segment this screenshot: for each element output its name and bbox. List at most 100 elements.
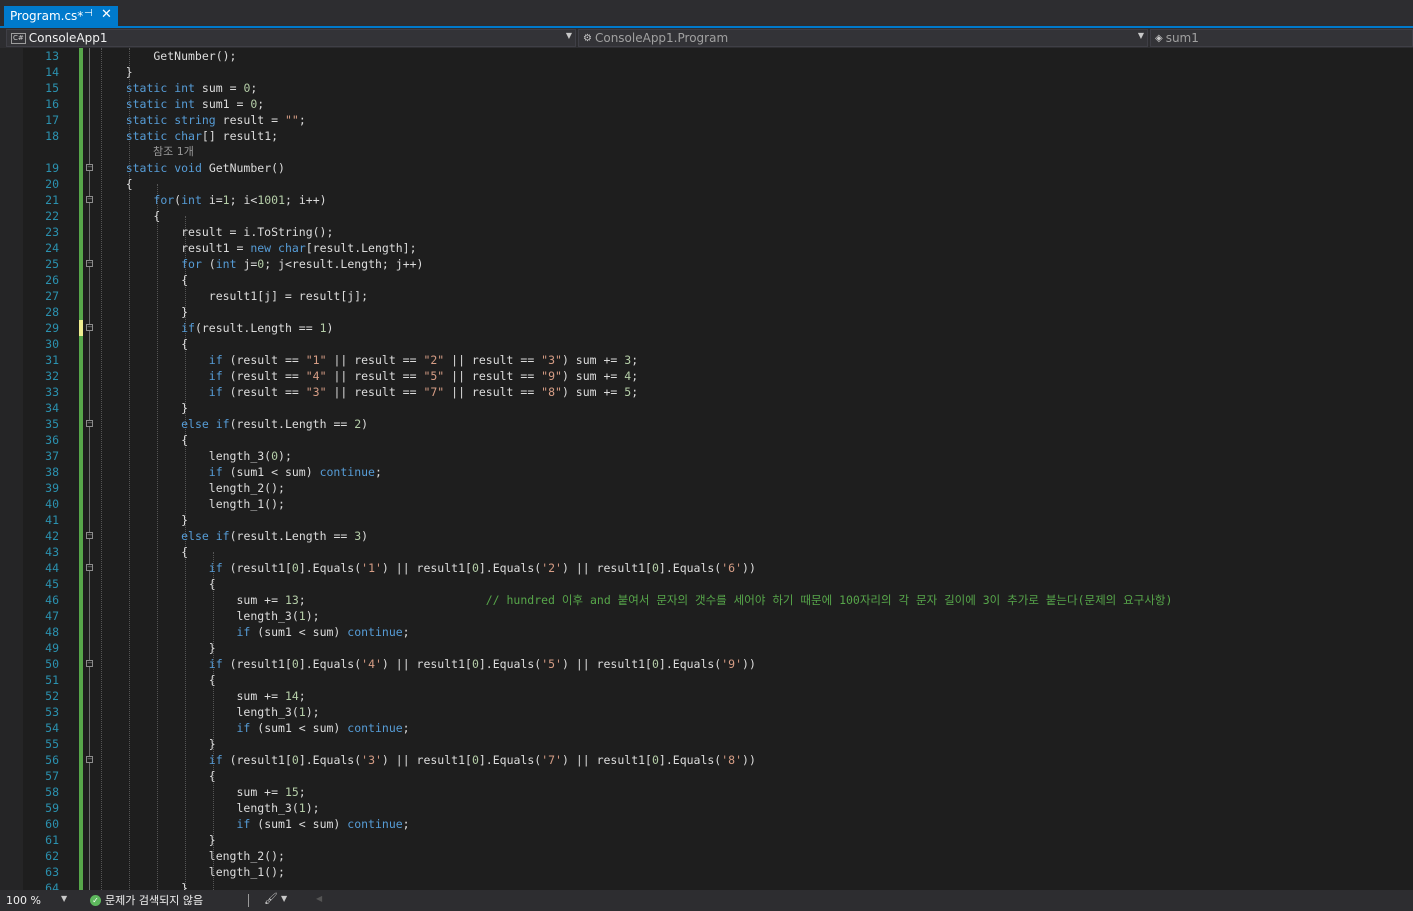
code-line[interactable]: else if(result.Length == 3) (98, 528, 368, 544)
code-line[interactable]: length_3(1); (98, 704, 319, 720)
collapse-icon[interactable]: − (86, 756, 93, 763)
line-number: 55 (45, 737, 59, 751)
code-line[interactable]: if (result == "1" || result == "2" || re… (98, 352, 638, 368)
line-number: 14 (45, 65, 59, 79)
zoom-dropdown[interactable]: 100 % ▼ (6, 893, 67, 908)
collapse-icon[interactable]: − (86, 324, 93, 331)
code-line[interactable]: } (98, 736, 216, 752)
code-line[interactable]: else if(result.Length == 2) (98, 416, 368, 432)
tab-title: Program.cs* (10, 9, 84, 23)
code-line[interactable]: } (98, 880, 188, 890)
code-line[interactable]: for(int i=1; i<1001; i++) (98, 192, 326, 208)
code-line[interactable]: } (98, 640, 216, 656)
outline-line (89, 48, 90, 890)
code-line[interactable]: { (98, 432, 188, 448)
code-line[interactable]: sum += 14; (98, 688, 305, 704)
line-number: 52 (45, 689, 59, 703)
code-line[interactable]: static char[] result1; (98, 128, 278, 144)
zoom-level: 100 % (6, 894, 41, 907)
code-line[interactable]: static int sum = 0; (98, 80, 258, 96)
collapse-icon[interactable]: − (86, 164, 93, 171)
code-line[interactable]: if (result == "4" || result == "5" || re… (98, 368, 638, 384)
code-line[interactable]: { (98, 176, 133, 192)
class-dropdown[interactable]: ⚙ ConsoleApp1.Program ▼ (578, 29, 1148, 47)
line-number: 60 (45, 817, 59, 831)
code-line[interactable]: } (98, 512, 188, 528)
code-line[interactable]: { (98, 208, 160, 224)
code-line[interactable]: length_3(1); (98, 800, 319, 816)
code-editor[interactable]: 13 GetNumber(); 14 } 15 static int sum = 0… (0, 48, 1413, 890)
line-number: 56 (45, 753, 59, 767)
pin-icon[interactable]: ⊣ (84, 8, 93, 19)
line-number: 37 (45, 449, 59, 463)
code-line[interactable]: if (result1[0].Equals('3') || result1[0]… (98, 752, 756, 768)
line-number: 23 (45, 225, 59, 239)
line-number: 33 (45, 385, 59, 399)
line-number: 63 (45, 865, 59, 879)
issues-indicator[interactable]: ✓ 문제가 검색되지 않음 (90, 892, 203, 908)
code-line[interactable]: { (98, 768, 216, 784)
collapse-icon[interactable]: − (86, 420, 93, 427)
code-line[interactable]: length_1(); (98, 864, 285, 880)
code-line[interactable]: for (int j=0; j<result.Length; j++) (98, 256, 423, 272)
collapse-icon[interactable]: − (86, 260, 93, 267)
code-line[interactable]: { (98, 336, 188, 352)
code-line[interactable]: { (98, 544, 188, 560)
code-line[interactable]: if (sum1 < sum) continue; (98, 464, 382, 480)
code-line[interactable]: length_2(); (98, 480, 285, 496)
line-number: 16 (45, 97, 59, 111)
line-number: 26 (45, 273, 59, 287)
collapse-icon[interactable]: − (86, 660, 93, 667)
line-number: 48 (45, 625, 59, 639)
chevron-down-icon[interactable]: ▼ (281, 894, 287, 903)
code-line[interactable]: if (result1[0].Equals('4') || result1[0]… (98, 656, 756, 672)
project-name: ConsoleApp1 (28, 31, 108, 45)
collapse-icon[interactable]: − (86, 564, 93, 571)
code-line[interactable]: sum += 13; // hundred 이후 and 붙여서 문자의 갯수를… (98, 592, 1172, 608)
glyph-margin (0, 48, 23, 890)
tab-program-cs[interactable]: Program.cs* ⊣ ✕ (4, 6, 118, 26)
code-line[interactable]: length_1(); (98, 496, 285, 512)
chevron-down-icon: ▼ (1137, 31, 1144, 40)
code-line[interactable]: result1 = new char[result.Length]; (98, 240, 416, 256)
code-line[interactable]: result1[j] = result[j]; (98, 288, 368, 304)
collapse-icon[interactable]: − (86, 196, 93, 203)
code-line[interactable]: if (sum1 < sum) continue; (98, 720, 409, 736)
code-line[interactable]: length_3(0); (98, 448, 292, 464)
project-dropdown[interactable]: C# ConsoleApp1 ▼ (6, 29, 576, 47)
code-line[interactable]: } (98, 400, 188, 416)
code-line[interactable]: if (sum1 < sum) continue; (98, 624, 409, 640)
code-line[interactable]: length_3(1); (98, 608, 319, 624)
code-line[interactable]: length_2(); (98, 848, 285, 864)
code-line[interactable]: static void GetNumber() (98, 160, 285, 176)
code-line[interactable]: if (result1[0].Equals('1') || result1[0]… (98, 560, 756, 576)
issues-text: 문제가 검색되지 않음 (105, 894, 204, 907)
code-line[interactable]: static int sum1 = 0; (98, 96, 265, 112)
code-line[interactable]: if(result.Length == 1) (98, 320, 333, 336)
line-number: 49 (45, 641, 59, 655)
scroll-left-icon[interactable]: ◀ (316, 894, 322, 903)
code-line[interactable]: } (98, 64, 133, 80)
code-cleanup-icon[interactable]: 🖌 (264, 892, 278, 905)
code-line[interactable]: } (98, 304, 188, 320)
line-number: 38 (45, 465, 59, 479)
code-line[interactable]: result = i.ToString(); (98, 224, 333, 240)
line-number: 20 (45, 177, 59, 191)
line-number: 35 (45, 417, 59, 431)
code-line[interactable]: { (98, 272, 188, 288)
close-icon[interactable]: ✕ (101, 7, 112, 22)
code-line[interactable]: { (98, 672, 216, 688)
line-number: 42 (45, 529, 59, 543)
collapse-icon[interactable]: − (86, 532, 93, 539)
code-line[interactable]: sum += 15; (98, 784, 305, 800)
code-line[interactable]: GetNumber(); (98, 48, 236, 64)
codelens-references[interactable]: 참조 1개 (153, 144, 194, 160)
code-line[interactable]: { (98, 576, 216, 592)
member-dropdown[interactable]: ◈ sum1 (1150, 29, 1413, 47)
code-line[interactable]: static string result = ""; (98, 112, 306, 128)
code-line[interactable]: if (sum1 < sum) continue; (98, 816, 409, 832)
code-line[interactable]: } (98, 832, 216, 848)
code-line[interactable]: if (result == "3" || result == "7" || re… (98, 384, 638, 400)
editor-status-bar: 100 % ▼ ✓ 문제가 검색되지 않음 🖌 ▼ ◀ (0, 890, 1413, 911)
document-tab-strip: Program.cs* ⊣ ✕ (0, 0, 1413, 26)
